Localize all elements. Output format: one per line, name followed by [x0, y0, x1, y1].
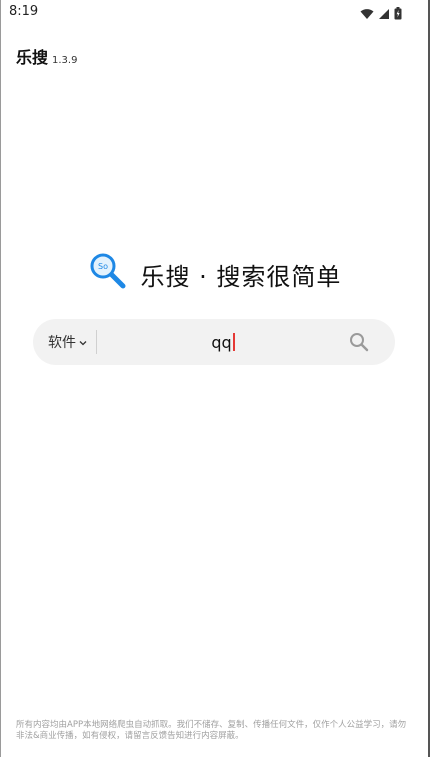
app-name: 乐搜: [16, 48, 49, 67]
app-screen: 8:19 乐搜 1.3.9 So 乐搜 · 搜索很简单 软件 qq 所有内容均由…: [0, 0, 430, 757]
status-icons: [360, 5, 402, 24]
search-query: qq: [211, 332, 232, 352]
search-input[interactable]: qq: [103, 319, 343, 365]
search-divider: [96, 330, 97, 354]
logo-text: So: [98, 262, 108, 271]
search-icon[interactable]: [349, 332, 369, 352]
category-label: 软件: [48, 335, 76, 351]
hero-banner: So 乐搜 · 搜索很简单: [0, 252, 430, 296]
category-dropdown[interactable]: 软件: [48, 319, 87, 365]
disclaimer-text: 所有内容均由APP本地网络爬虫自动抓取。我们不储存、复制、传播任何文件，仅作个人…: [16, 720, 407, 741]
magnifier-logo-icon: So: [89, 252, 129, 296]
app-version: 1.3.9: [52, 55, 78, 66]
battery-icon: [394, 5, 402, 24]
signal-icon: [378, 5, 390, 24]
status-bar: 8:19: [0, 0, 430, 24]
chevron-down-icon: [79, 334, 87, 350]
wifi-icon: [360, 5, 374, 24]
left-edge: [0, 0, 1, 757]
status-time: 8:19: [9, 4, 39, 19]
search-bar: 软件 qq: [33, 319, 395, 365]
app-title: 乐搜 1.3.9: [16, 44, 77, 68]
slogan: 乐搜 · 搜索很简单: [140, 262, 342, 291]
text-cursor: [232, 333, 235, 351]
